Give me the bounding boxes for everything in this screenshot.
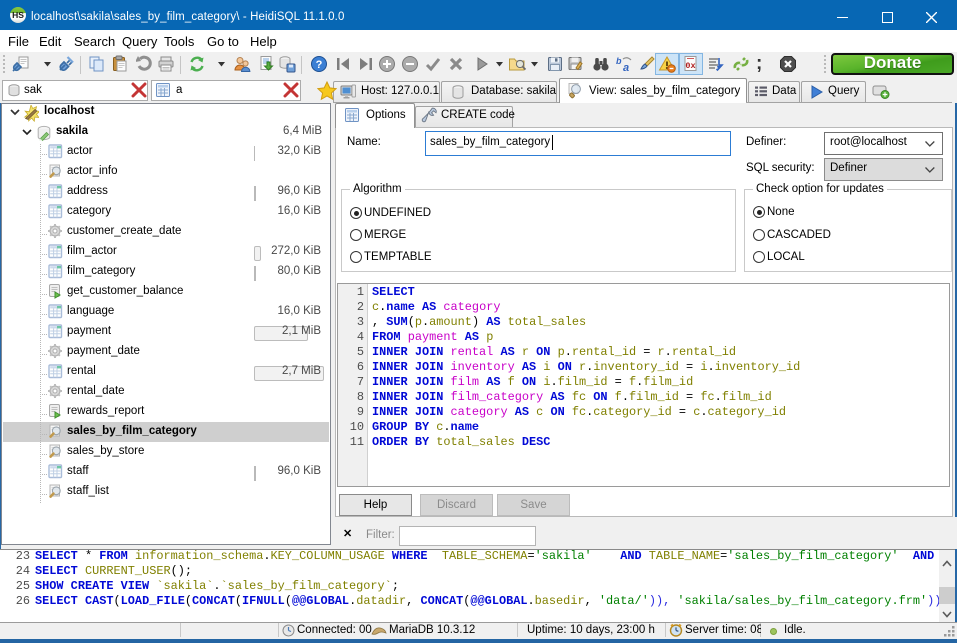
svg-text:a: a <box>623 62 629 73</box>
svg-text:0x: 0x <box>685 61 695 71</box>
svg-text:b: b <box>616 56 622 66</box>
svg-text:?: ? <box>316 59 323 71</box>
